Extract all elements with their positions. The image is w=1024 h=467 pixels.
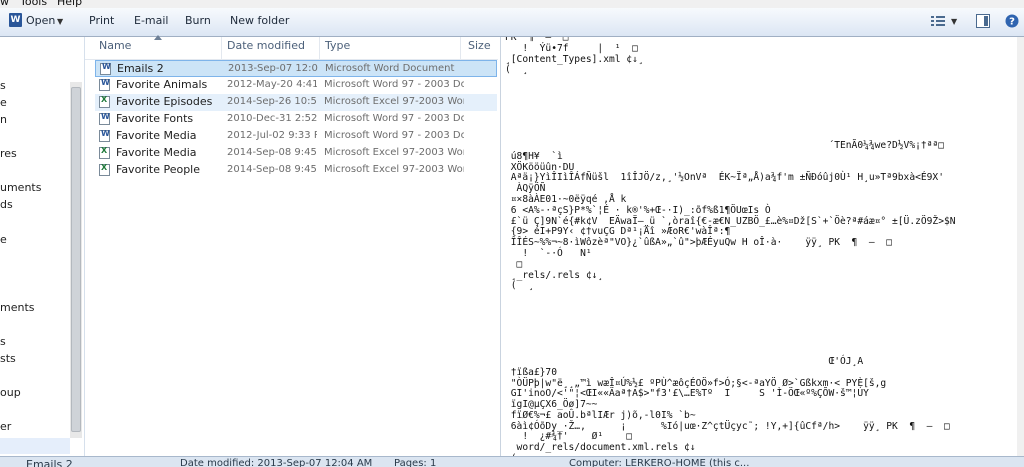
file-row[interactable]: Favorite Animals 2012-May-20 4:41 ... Mi… bbox=[95, 77, 497, 94]
word-document-icon bbox=[99, 79, 110, 91]
file-type: Microsoft Word 97 - 2003 Do... bbox=[324, 113, 464, 124]
file-type: Microsoft Excel 97-2003 Work... bbox=[324, 147, 464, 158]
nav-item[interactable]: ments bbox=[0, 301, 35, 314]
nav-item[interactable]: er bbox=[0, 420, 11, 433]
nav-item[interactable]: n bbox=[0, 113, 7, 126]
file-name: Favorite Media bbox=[116, 146, 197, 159]
file-date: 2014-Sep-26 10:51... bbox=[227, 96, 317, 107]
file-list: Name Date modified Type Size Emails 2 20… bbox=[85, 37, 498, 456]
email-button[interactable]: E-mail bbox=[134, 14, 169, 27]
details-bar: Emails 2 Date modified: 2013-Sep-07 12:0… bbox=[0, 456, 1024, 467]
nav-item[interactable]: s bbox=[0, 335, 6, 348]
help-icon[interactable]: ? bbox=[1005, 14, 1019, 28]
file-type: Microsoft Excel 97-2003 Work... bbox=[324, 164, 464, 175]
chevron-down-icon[interactable]: ▼ bbox=[57, 17, 63, 26]
word-document-icon bbox=[99, 130, 110, 142]
file-name: Favorite Fonts bbox=[116, 112, 193, 125]
file-name: Favorite People bbox=[116, 163, 200, 176]
excel-document-icon bbox=[99, 96, 110, 108]
command-toolbar: W Open ▼ Print E-mail Burn New folder ▼ … bbox=[0, 8, 1024, 37]
nav-item-selected[interactable] bbox=[0, 438, 70, 454]
file-type: Microsoft Excel 97-2003 Work... bbox=[324, 96, 464, 107]
file-date: 2014-Sep-08 9:45 ... bbox=[227, 147, 317, 158]
new-folder-button[interactable]: New folder bbox=[230, 14, 289, 27]
file-name: Emails 2 bbox=[117, 62, 164, 75]
file-type: Microsoft Word 97 - 2003 Do... bbox=[324, 130, 464, 141]
file-row[interactable]: Favorite People 2014-Sep-08 9:45 ... Mic… bbox=[95, 162, 497, 179]
nav-item[interactable]: oup bbox=[0, 386, 21, 399]
nav-item[interactable]: uments bbox=[0, 181, 41, 194]
nav-item[interactable]: e bbox=[0, 233, 7, 246]
column-header-size[interactable]: Size bbox=[468, 39, 491, 52]
file-date: 2012-Jul-02 9:33 PM bbox=[227, 130, 317, 141]
excel-document-icon bbox=[99, 147, 110, 159]
nav-item[interactable]: res bbox=[0, 147, 17, 160]
chevron-down-icon[interactable]: ▼ bbox=[951, 17, 957, 26]
column-header-date-modified[interactable]: Date modified bbox=[227, 39, 305, 52]
column-divider[interactable] bbox=[319, 37, 320, 59]
scrollbar-thumb[interactable] bbox=[71, 87, 81, 432]
column-header-type[interactable]: Type bbox=[325, 39, 350, 52]
menu-item[interactable]: w bbox=[0, 0, 9, 8]
menu-item-tools[interactable]: Tools bbox=[20, 0, 47, 8]
file-date: 2013-Sep-07 12:04... bbox=[228, 63, 318, 74]
column-divider[interactable] bbox=[460, 37, 461, 59]
file-type: Microsoft Word Document bbox=[325, 63, 465, 74]
svg-text:?: ? bbox=[1009, 17, 1015, 28]
file-row[interactable]: Favorite Fonts 2010-Dec-31 2:52 ... Micr… bbox=[95, 111, 497, 128]
nav-item[interactable]: ds bbox=[0, 198, 13, 211]
file-date: 2012-May-20 4:41 ... bbox=[227, 79, 317, 90]
sort-ascending-icon bbox=[154, 35, 162, 40]
view-options-icon[interactable] bbox=[931, 15, 945, 27]
nav-scrollbar[interactable] bbox=[70, 82, 82, 438]
word-document-icon bbox=[100, 63, 111, 75]
file-type: Microsoft Word 97 - 2003 Do... bbox=[324, 79, 464, 90]
burn-button[interactable]: Burn bbox=[185, 14, 211, 27]
file-row[interactable]: Favorite Episodes 2014-Sep-26 10:51... M… bbox=[95, 94, 497, 111]
column-divider[interactable] bbox=[221, 37, 222, 59]
print-button[interactable]: Print bbox=[89, 14, 114, 27]
file-row[interactable]: Emails 2 2013-Sep-07 12:04... Microsoft … bbox=[95, 60, 497, 77]
column-header-name[interactable]: Name bbox=[99, 39, 131, 52]
column-header-row: Name Date modified Type Size bbox=[85, 37, 498, 60]
menu-item-help[interactable]: Help bbox=[57, 0, 82, 8]
preview-text: PK ¶ – □ ! Ýü•7f | ¹ □ ¸[Content_Types… bbox=[505, 37, 1015, 456]
word-document-icon bbox=[99, 113, 110, 125]
file-date: 2010-Dec-31 2:52 ... bbox=[227, 113, 317, 124]
file-date: 2014-Sep-08 9:45 ... bbox=[227, 164, 317, 175]
open-button[interactable]: Open bbox=[26, 14, 55, 27]
file-name: Favorite Episodes bbox=[116, 95, 212, 108]
file-name: Favorite Animals bbox=[116, 78, 207, 91]
menu-bar: w Tools Help bbox=[0, 0, 1024, 8]
file-row[interactable]: Favorite Media 2012-Jul-02 9:33 PM Micro… bbox=[95, 128, 497, 145]
preview-scrollbar[interactable] bbox=[1017, 37, 1024, 456]
nav-item[interactable]: sts bbox=[0, 352, 16, 365]
excel-document-icon bbox=[99, 164, 110, 176]
file-row[interactable]: Favorite Media 2014-Sep-08 9:45 ... Micr… bbox=[95, 145, 497, 162]
file-name: Favorite Media bbox=[116, 129, 197, 142]
nav-item[interactable]: s bbox=[0, 79, 6, 92]
word-icon: W bbox=[9, 13, 22, 27]
preview-pane-icon[interactable] bbox=[976, 14, 990, 28]
nav-item[interactable]: e bbox=[0, 96, 7, 109]
preview-pane[interactable]: PK ¶ – □ ! Ýü•7f | ¹ □ ¸[Content_Types… bbox=[500, 37, 1024, 456]
navigation-pane: s e n res uments ds e ments s sts oup er bbox=[0, 37, 85, 456]
